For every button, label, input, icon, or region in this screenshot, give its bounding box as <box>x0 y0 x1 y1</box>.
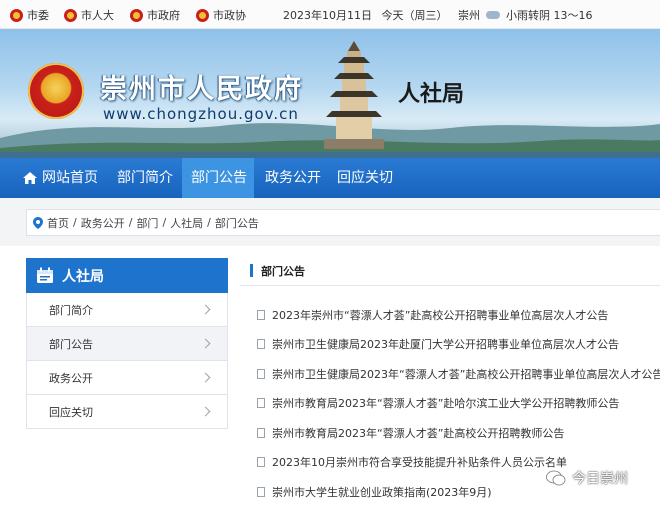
document-icon <box>257 339 265 350</box>
sidebar-title: 人社局 <box>62 268 104 285</box>
sidebar-item-government-affairs[interactable]: 政务公开 <box>26 361 228 395</box>
link-party-committee[interactable]: 市委 <box>10 7 49 23</box>
chevron-right-icon <box>200 338 211 349</box>
notice-title[interactable]: 崇州市大学生就业创业政策指南(2023年9月) <box>272 484 492 500</box>
nav-department-intro[interactable]: 部门简介 <box>108 158 182 198</box>
breadcrumb-government-affairs[interactable]: 政务公开 <box>81 215 125 231</box>
sidebar-item-label: 回应关切 <box>49 405 93 419</box>
notice-item[interactable]: 崇州市教育局2023年“蓉漂人才荟”赴高校公开招聘教师公告 <box>257 418 660 448</box>
notice-title[interactable]: 崇州市教育局2023年“蓉漂人才荟”赴哈尔滨工业大学公开招聘教师公告 <box>272 395 619 411</box>
site-title: 崇州市人民政府 <box>100 74 303 105</box>
top-utility-bar: 市委 市人大 市政府 市政协 2023年10月11日 今天（周三） 崇州 小雨转… <box>0 0 660 29</box>
nav-label: 部门简介 <box>117 170 173 186</box>
home-icon <box>23 172 37 184</box>
section-title: 部门公告 <box>261 265 305 278</box>
sidebar-item-response[interactable]: 回应关切 <box>26 395 228 429</box>
link-cppcc[interactable]: 市政协 <box>196 7 246 23</box>
link-label: 市政协 <box>213 9 246 22</box>
document-icon <box>257 457 265 468</box>
breadcrumb-separator: / <box>162 216 167 229</box>
national-emblem-logo <box>28 63 84 119</box>
breadcrumb-home[interactable]: 首页 <box>47 215 69 231</box>
weekday-text: 今天（周三） <box>381 9 448 22</box>
nav-label: 回应关切 <box>337 170 393 186</box>
document-icon <box>257 368 265 379</box>
notice-item[interactable]: 崇州市卫生健康局2023年赴厦门大学公开招聘事业单位高层次人才公告 <box>257 330 660 360</box>
location-pin-icon <box>33 216 43 229</box>
notice-title[interactable]: 崇州市卫生健康局2023年“蓉漂人才荟”赴高校公开招聘事业单位高层次人才公告 <box>272 366 660 382</box>
nav-label: 部门公告 <box>191 170 247 186</box>
site-url: www.chongzhou.gov.cn <box>103 105 299 123</box>
document-icon <box>257 398 265 409</box>
sidebar-item-label: 政务公开 <box>49 371 93 385</box>
document-icon <box>257 309 265 320</box>
section-header: 部门公告 <box>240 258 660 286</box>
chat-bubble-icon <box>546 470 566 486</box>
chevron-right-icon <box>200 406 211 417</box>
sidebar-item-label: 部门公告 <box>49 337 93 351</box>
breadcrumb-current: 部门公告 <box>214 216 259 230</box>
breadcrumb-separator: / <box>73 216 77 229</box>
nav-government-affairs[interactable]: 政务公开 <box>256 158 328 198</box>
section-marker <box>250 264 253 277</box>
national-emblem-icon <box>130 8 143 22</box>
sidebar-item-department-notices[interactable]: 部门公告 <box>26 327 228 361</box>
link-label: 市人大 <box>81 9 114 22</box>
header-banner: 崇州市人民政府 www.chongzhou.gov.cn 人社局 <box>0 29 660 158</box>
notice-title[interactable]: 崇州市教育局2023年“蓉漂人才荟”赴高校公开招聘教师公告 <box>272 425 564 441</box>
document-icon <box>257 486 265 497</box>
link-peoples-congress[interactable]: 市人大 <box>64 7 114 23</box>
watermark-text: 今日崇州 <box>572 471 628 487</box>
pagoda-illustration <box>324 41 384 149</box>
link-label: 市委 <box>27 9 49 22</box>
breadcrumb-department[interactable]: 部门 <box>136 215 158 231</box>
weather-city: 崇州 <box>458 9 480 22</box>
calendar-icon <box>37 267 53 283</box>
chevron-right-icon <box>200 372 211 383</box>
breadcrumb: 首页 / 政务公开 / 部门 / 人社局 / 部门公告 <box>26 209 660 236</box>
notice-title[interactable]: 2023年10月崇州市符合享受技能提升补贴条件人员公示名单 <box>272 454 567 470</box>
nav-response[interactable]: 回应关切 <box>328 158 404 198</box>
notice-title[interactable]: 2023年崇州市“蓉漂人才荟”赴高校公开招聘事业单位高层次人才公告 <box>272 307 608 323</box>
nav-home[interactable]: 网站首页 <box>14 158 110 198</box>
cppcc-emblem-icon <box>196 8 209 22</box>
link-municipal-government[interactable]: 市政府 <box>130 7 180 23</box>
notice-item[interactable]: 崇州市教育局2023年“蓉漂人才荟”赴哈尔滨工业大学公开招聘教师公告 <box>257 389 660 419</box>
date-display: 2023年10月11日 今天（周三） <box>283 7 448 23</box>
nav-department-notices[interactable]: 部门公告 <box>182 158 254 198</box>
notice-item[interactable]: 崇州市卫生健康局2023年“蓉漂人才荟”赴高校公开招聘事业单位高层次人才公告 <box>257 359 660 389</box>
sidebar-item-department-intro[interactable]: 部门简介 <box>26 293 228 327</box>
notice-item[interactable]: 2023年崇州市“蓉漂人才荟”赴高校公开招聘事业单位高层次人才公告 <box>257 300 660 330</box>
sidebar-header: 人社局 <box>26 258 228 293</box>
notice-title[interactable]: 崇州市卫生健康局2023年赴厦门大学公开招聘事业单位高层次人才公告 <box>272 336 619 352</box>
sidebar-item-label: 部门简介 <box>49 303 93 317</box>
breadcrumb-bureau[interactable]: 人社局 <box>170 215 203 231</box>
date-text: 2023年10月11日 <box>283 9 372 22</box>
link-label: 市政府 <box>147 9 180 22</box>
national-emblem-icon <box>64 8 77 22</box>
party-emblem-icon <box>10 8 23 22</box>
weather-display: 崇州 小雨转阴 13～16 <box>458 7 593 23</box>
sidebar: 人社局 部门简介 部门公告 政务公开 回应关切 <box>26 258 228 429</box>
weather-text: 小雨转阴 13～16 <box>506 9 593 22</box>
cloud-icon <box>486 11 500 19</box>
breadcrumb-separator: / <box>207 216 211 229</box>
chevron-right-icon <box>200 304 211 315</box>
account-watermark: 今日崇州 <box>546 468 628 488</box>
nav-label: 网站首页 <box>42 170 98 186</box>
document-icon <box>257 427 265 438</box>
main-navigation: 网站首页 部门简介 部门公告 政务公开 回应关切 <box>0 158 660 198</box>
nav-label: 政务公开 <box>265 170 321 186</box>
breadcrumb-separator: / <box>128 216 133 229</box>
bureau-name: 人社局 <box>398 82 465 107</box>
breadcrumb-area: 首页 / 政务公开 / 部门 / 人社局 / 部门公告 <box>0 198 660 246</box>
